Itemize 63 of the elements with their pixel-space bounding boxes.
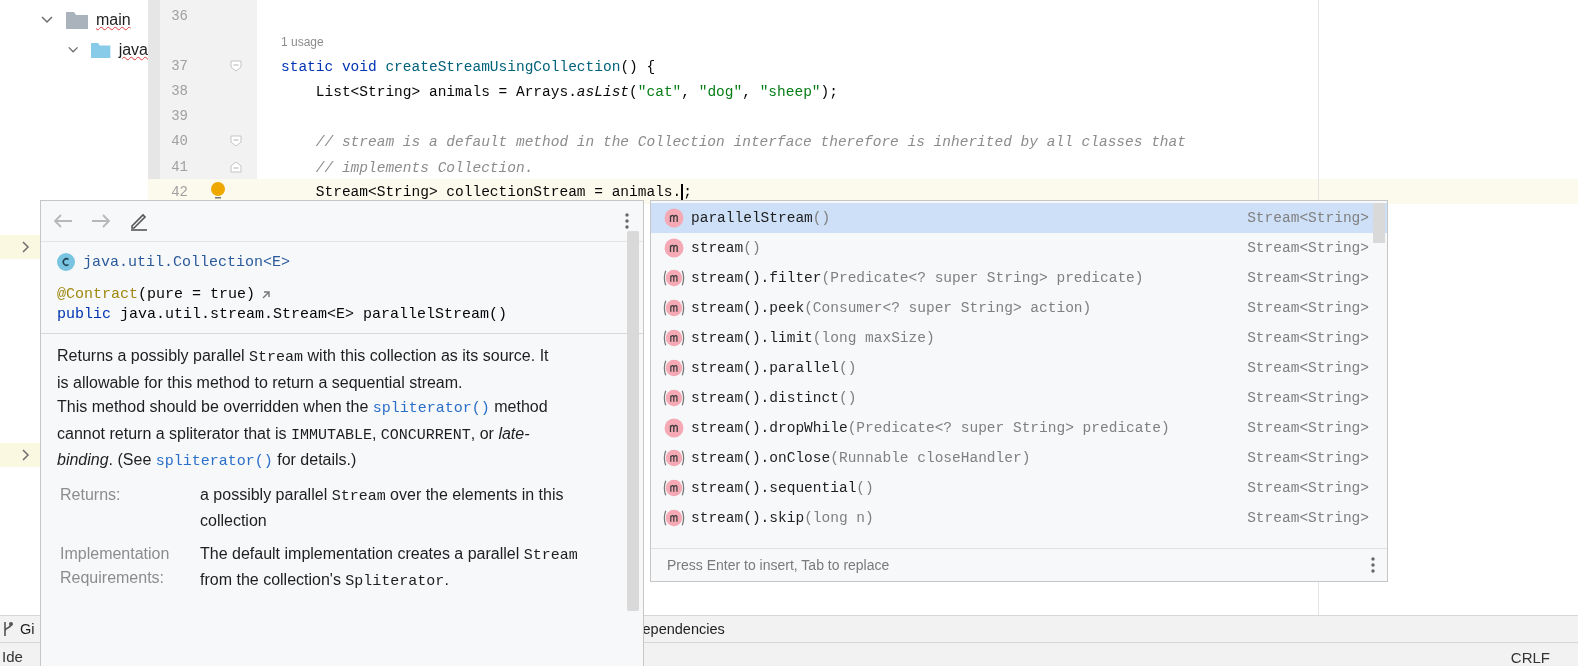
description-paragraph: Returns a possibly parallel Stream with this collection as its source. It is allowable for this method to return a sequential stream.	[57, 346, 550, 393]
line-number: 37	[170, 57, 188, 74]
more-icon[interactable]	[625, 213, 629, 229]
completion-item[interactable]: stream().limit(long maxSize) Stream<String>	[651, 323, 1387, 353]
line-number: 41	[170, 158, 188, 175]
folder-icon	[91, 41, 111, 59]
tree-item[interactable]: main	[96, 11, 131, 29]
completion-item[interactable]: stream().sequential() Stream<String>	[651, 473, 1387, 503]
completion-item[interactable]: stream().onClose(Runnable closeHandler) Stream<String>	[651, 443, 1387, 473]
method-icon	[663, 358, 685, 378]
scrollbar[interactable]	[627, 231, 639, 611]
tool-window-button[interactable]: ependencies	[642, 621, 725, 637]
code-line: List<String> animals = Arrays.asList("cat", "dog", "sheep");	[314, 83, 838, 100]
line-number: 40	[170, 133, 188, 150]
method-icon	[663, 208, 685, 228]
hint-text: Press Enter to insert, Tab to replace	[667, 557, 890, 573]
tool-window-button[interactable]: Gi	[20, 621, 35, 637]
method-icon	[663, 388, 685, 408]
completion-item[interactable]: parallelStream() Stream<String>	[651, 203, 1387, 233]
line-number: 39	[170, 108, 188, 125]
class-icon	[57, 253, 75, 271]
line-number: 42	[170, 183, 188, 200]
branch-icon[interactable]	[2, 621, 14, 637]
edit-icon[interactable]	[129, 211, 149, 231]
link[interactable]: spliterator()	[155, 453, 273, 470]
line-number: 36	[170, 7, 188, 24]
completion-item[interactable]: stream().parallel() Stream<String>	[651, 353, 1387, 383]
section-label: Returns:	[60, 484, 122, 505]
completion-item[interactable]: stream().distinct() Stream<String>	[651, 383, 1387, 413]
class-link[interactable]: java.util.Collection<E>	[83, 253, 291, 271]
completion-item[interactable]: stream().peek(Consumer<? super String> action) Stream<String>	[651, 293, 1387, 323]
line-separator-indicator[interactable]: CRLF	[1510, 649, 1550, 666]
code-line: Stream<String> collectionStream = animals.;	[314, 184, 692, 201]
code-line: // implements Collection.	[314, 159, 534, 176]
description-paragraph: This method should be overridden when the spliterator() method cannot return a spliterator that is IMMUTABLE, CONCURRENT, or late-binding. (See spliterator() for details.)	[57, 397, 549, 472]
section-text: The default implementation creates a parallel Stream from the collection's Spliterator.	[200, 543, 579, 592]
folder-icon	[66, 11, 88, 29]
method-icon	[663, 448, 685, 468]
method-icon	[663, 508, 685, 528]
usage-hint[interactable]: 1 usage	[281, 35, 324, 50]
code-line: static void createStreamUsingCollection() {	[281, 58, 656, 75]
annotation: @Contract(pure = true)	[57, 286, 256, 303]
link[interactable]: spliterator()	[372, 400, 490, 417]
method-icon	[663, 268, 685, 288]
method-icon	[663, 238, 685, 258]
section-text: a possibly parallel Stream over the elements in this collection	[200, 484, 565, 531]
external-link-icon[interactable]	[261, 289, 272, 300]
method-icon	[663, 418, 685, 438]
method-icon	[663, 478, 685, 498]
code-line: // stream is a default method in the Collection interface therefore is inherited by all classes that	[314, 134, 1186, 151]
method-icon	[663, 328, 685, 348]
method-icon	[663, 298, 685, 318]
method-signature: public java.util.stream.Stream<E> parallelStream()	[57, 306, 509, 323]
completion-item[interactable]: stream().filter(Predicate<? super String> predicate) Stream<String>	[651, 263, 1387, 293]
scrollbar[interactable]	[1373, 203, 1385, 243]
completion-item[interactable]: stream() Stream<String>	[651, 233, 1387, 263]
tree-item[interactable]: java	[118, 41, 148, 59]
section-label: Implementation Requirements:	[60, 543, 171, 588]
status-text: Ide	[2, 648, 23, 666]
more-icon[interactable]	[1371, 557, 1375, 573]
line-number: 38	[170, 82, 188, 99]
completion-item[interactable]: stream().skip(long n) Stream<String>	[651, 503, 1387, 533]
completion-item[interactable]: stream().dropWhile(Predicate<? super String> predicate) Stream<String>	[651, 413, 1387, 443]
